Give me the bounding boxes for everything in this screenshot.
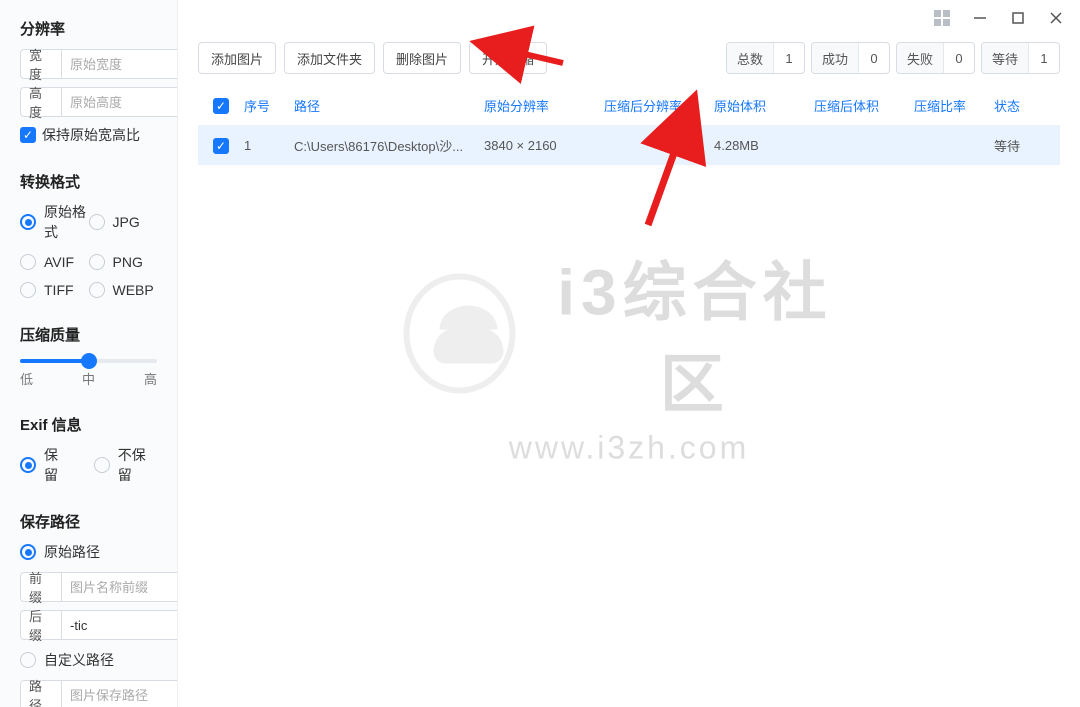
- radio-icon: [20, 282, 36, 298]
- radio-icon: [20, 254, 36, 270]
- width-input[interactable]: [62, 49, 178, 79]
- exif-discard[interactable]: 不保留: [94, 445, 157, 485]
- resolution-section: 分辨率 宽度 高度 保持原始宽高比: [20, 18, 157, 145]
- grid-view-icon[interactable]: [934, 10, 950, 26]
- width-label: 宽度: [20, 49, 62, 79]
- radio-icon: [20, 457, 36, 473]
- th-index[interactable]: 序号: [244, 96, 294, 115]
- format-option-avif[interactable]: AVIF: [20, 254, 89, 270]
- th-orig-res[interactable]: 原始分辨率: [484, 96, 604, 115]
- th-comp-res[interactable]: 压缩后分辨率: [604, 96, 714, 115]
- delete-image-button[interactable]: 删除图片: [383, 42, 461, 74]
- radio-icon: [89, 282, 105, 298]
- minimize-icon[interactable]: [972, 10, 988, 26]
- cell-path: C:\Users\86176\Desktop\沙...: [294, 136, 484, 155]
- stat-success: 成功0: [811, 42, 890, 74]
- keep-aspect-ratio[interactable]: 保持原始宽高比: [20, 125, 157, 145]
- maximize-icon[interactable]: [1010, 10, 1026, 26]
- sidebar: 分辨率 宽度 高度 保持原始宽高比 转换格式 原始格式 JPG AVIF PNG…: [0, 0, 178, 707]
- prefix-label: 前缀: [20, 572, 62, 602]
- file-table: 序号 路径 原始分辨率 压缩后分辨率 原始体积 压缩后体积 压缩比率 状态 1 …: [198, 86, 1060, 165]
- keep-ratio-label: 保持原始宽高比: [42, 125, 140, 145]
- height-input[interactable]: [62, 87, 178, 117]
- radio-icon: [20, 544, 36, 560]
- path-label: 路径: [20, 680, 62, 707]
- toolbar: 添加图片 添加文件夹 删除图片 开始压缩 总数1 成功0 失败0 等待1: [178, 36, 1080, 86]
- format-option-webp[interactable]: WEBP: [89, 282, 158, 298]
- add-folder-button[interactable]: 添加文件夹: [284, 42, 375, 74]
- quality-slider[interactable]: [20, 359, 157, 363]
- watermark-logo-icon: [404, 273, 516, 393]
- quality-mid-label: 中: [82, 369, 95, 388]
- table-header: 序号 路径 原始分辨率 压缩后分辨率 原始体积 压缩后体积 压缩比率 状态: [198, 86, 1060, 126]
- th-orig-size[interactable]: 原始体积: [714, 96, 814, 115]
- titlebar: [178, 0, 1080, 36]
- cell-orig-res: 3840 × 2160: [484, 138, 604, 153]
- exif-keep[interactable]: 保留: [20, 445, 70, 485]
- watermark-sub: www.i3zh.com: [404, 429, 855, 466]
- table-row[interactable]: 1 C:\Users\86176\Desktop\沙... 3840 × 216…: [198, 126, 1060, 165]
- th-status[interactable]: 状态: [994, 96, 1054, 115]
- quality-section: 压缩质量 低 中 高: [20, 324, 157, 388]
- keep-ratio-checkbox[interactable]: [20, 127, 36, 143]
- cell-index: 1: [244, 138, 294, 153]
- row-checkbox[interactable]: [213, 138, 229, 154]
- quality-high-label: 高: [144, 369, 157, 388]
- prefix-input[interactable]: [62, 572, 178, 602]
- resolution-title: 分辨率: [20, 18, 157, 39]
- save-title: 保存路径: [20, 511, 157, 532]
- cell-orig-size: 4.28MB: [714, 138, 814, 153]
- cell-status: 等待: [994, 136, 1054, 155]
- save-section: 保存路径 原始路径 前缀 后缀 自定义路径 路径: [20, 511, 157, 707]
- radio-icon: [89, 254, 105, 270]
- radio-icon: [20, 652, 36, 668]
- format-title: 转换格式: [20, 171, 157, 192]
- quality-low-label: 低: [20, 369, 33, 388]
- quality-title: 压缩质量: [20, 324, 157, 345]
- watermark: i3综合社区 www.i3zh.com: [404, 241, 855, 466]
- stat-total: 总数1: [726, 42, 805, 74]
- th-ratio[interactable]: 压缩比率: [914, 96, 994, 115]
- radio-icon: [94, 457, 110, 473]
- th-comp-size[interactable]: 压缩后体积: [814, 96, 914, 115]
- th-path[interactable]: 路径: [294, 96, 484, 115]
- exif-title: Exif 信息: [20, 414, 157, 435]
- radio-icon: [20, 214, 36, 230]
- slider-thumb[interactable]: [81, 353, 97, 369]
- start-compress-button[interactable]: 开始压缩: [469, 42, 547, 74]
- exif-section: Exif 信息 保留 不保留: [20, 414, 157, 485]
- suffix-label: 后缀: [20, 610, 62, 640]
- format-option-tiff[interactable]: TIFF: [20, 282, 89, 298]
- save-original-path[interactable]: 原始路径: [20, 542, 157, 562]
- suffix-input[interactable]: [62, 610, 178, 640]
- watermark-title: i3综合社区: [535, 241, 854, 425]
- slider-fill: [20, 359, 89, 363]
- stats: 总数1 成功0 失败0 等待1: [726, 42, 1060, 74]
- height-label: 高度: [20, 87, 62, 117]
- add-image-button[interactable]: 添加图片: [198, 42, 276, 74]
- main-content: 添加图片 添加文件夹 删除图片 开始压缩 总数1 成功0 失败0 等待1 序号 …: [178, 0, 1080, 707]
- format-option-jpg[interactable]: JPG: [89, 202, 158, 242]
- format-option-png[interactable]: PNG: [89, 254, 158, 270]
- stat-fail: 失败0: [896, 42, 975, 74]
- stat-wait: 等待1: [981, 42, 1060, 74]
- close-icon[interactable]: [1048, 10, 1064, 26]
- select-all-checkbox[interactable]: [213, 98, 229, 114]
- format-option-original[interactable]: 原始格式: [20, 202, 89, 242]
- format-section: 转换格式 原始格式 JPG AVIF PNG TIFF WEBP: [20, 171, 157, 298]
- path-input[interactable]: [62, 680, 178, 707]
- save-custom-path[interactable]: 自定义路径: [20, 650, 157, 670]
- radio-icon: [89, 214, 105, 230]
